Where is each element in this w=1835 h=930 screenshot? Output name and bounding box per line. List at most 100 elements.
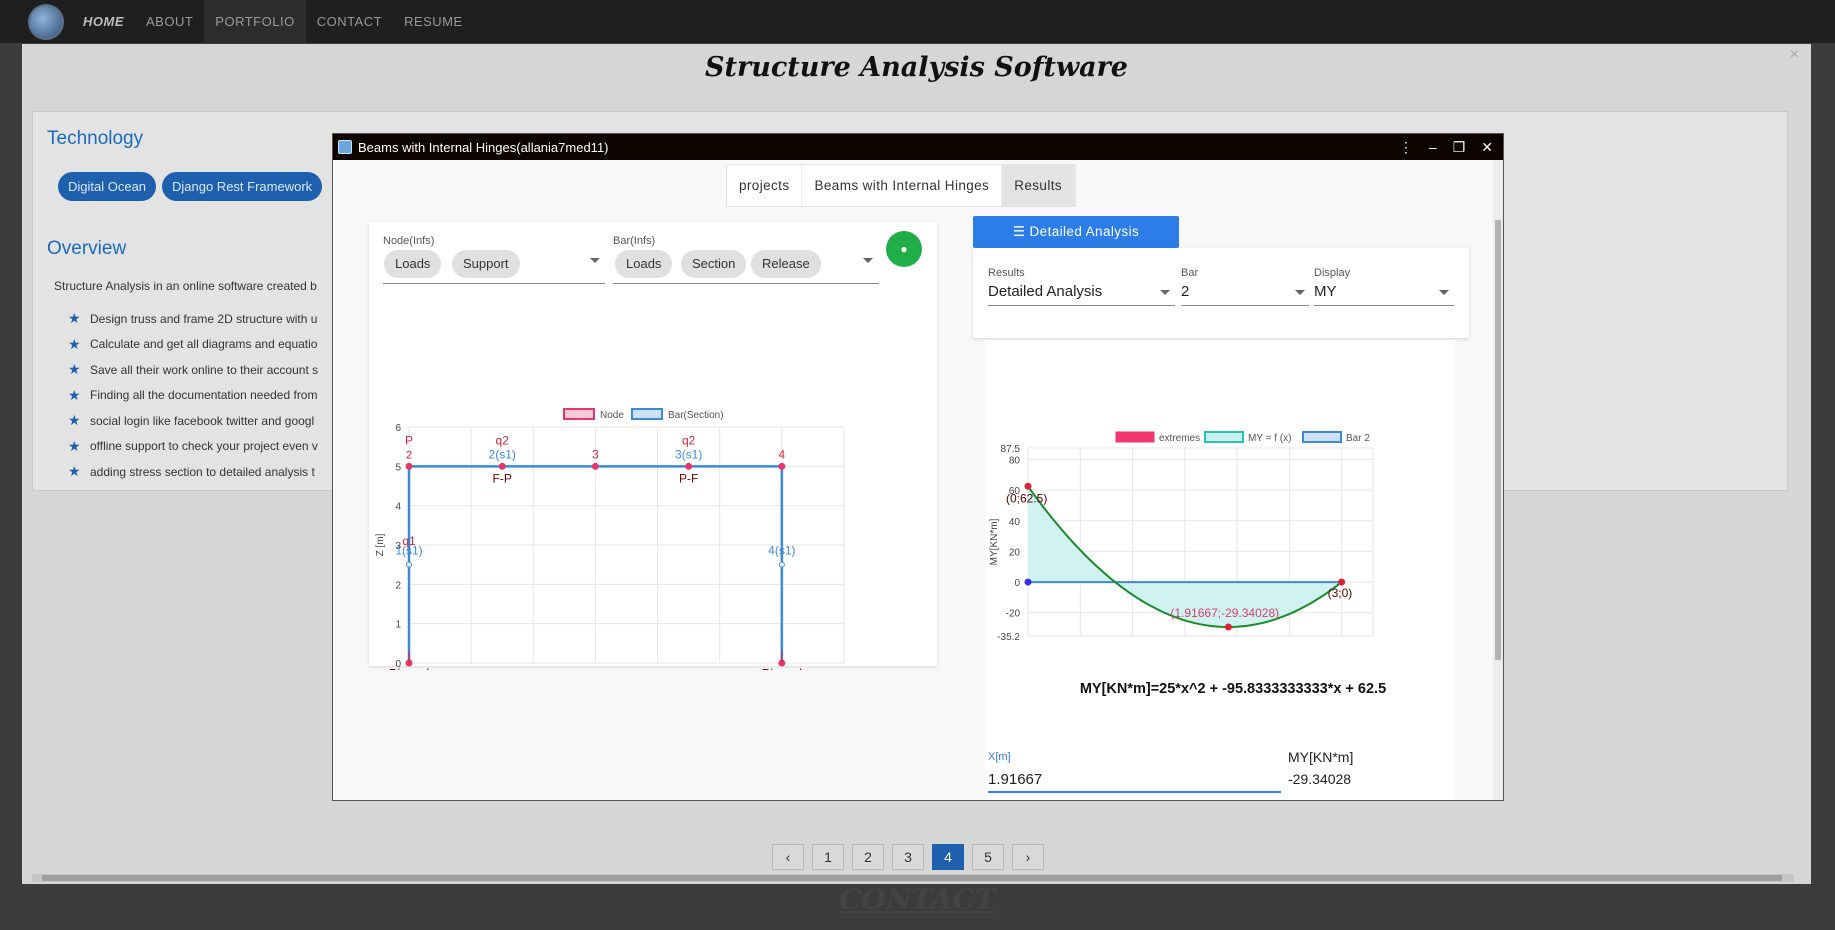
tab-results[interactable]: Results: [1002, 165, 1076, 206]
vertical-scrollbar[interactable]: [1493, 160, 1503, 800]
bar-section-chip[interactable]: Section: [681, 250, 747, 278]
display-underline: [1314, 305, 1454, 306]
section-label-4: 4(s1): [768, 544, 795, 558]
y-tick-label: 5: [395, 462, 401, 473]
bar-select[interactable]: 2: [1181, 283, 1189, 300]
overview-list: ★ Design truss and frame 2D structure wit…: [68, 306, 318, 485]
bar-loads-chip[interactable]: Loads: [615, 250, 673, 278]
chevron-down-icon[interactable]: [1160, 290, 1170, 295]
y-tick-label: 40: [1009, 517, 1021, 528]
pager-page-3[interactable]: 3: [892, 844, 924, 870]
x-input-label: X[m]: [988, 751, 1011, 763]
bar-release-chip[interactable]: Release: [751, 250, 821, 278]
nav-resume[interactable]: RESUME: [393, 0, 474, 43]
pager-prev-icon[interactable]: ‹: [772, 844, 804, 870]
pager-next-icon[interactable]: ›: [1012, 844, 1044, 870]
scrollbar-thumb[interactable]: [1495, 220, 1501, 660]
tech-chip: Digital Ocean: [58, 172, 157, 201]
restore-icon[interactable]: ❐: [1453, 139, 1466, 156]
pager-page-5[interactable]: 5: [972, 844, 1004, 870]
pager-page-2[interactable]: 2: [852, 844, 884, 870]
pager-page-4[interactable]: 4: [932, 844, 964, 870]
carousel-pager: ‹ 1 2 3 4 5 ›: [772, 844, 1044, 870]
chevron-down-icon[interactable]: [1439, 290, 1449, 295]
bar-infs-label: Bar(Infs): [613, 235, 656, 247]
tech-chip: Django Rest Framework: [162, 172, 323, 201]
extreme-label: (0;62.5): [1006, 491, 1047, 505]
node-infs-label: Node(Infs): [383, 235, 435, 247]
node-point: [405, 462, 413, 470]
node-select-underline: [383, 283, 605, 284]
legend-extremes-label: extremes: [1159, 433, 1200, 444]
star-icon: ★: [68, 463, 81, 480]
support-label-right: Pinned: [762, 666, 802, 670]
list-item: ★ social login like facebook twitter and …: [68, 412, 315, 429]
legend-extremes-swatch: [1115, 431, 1155, 443]
legend-node-label: Node: [600, 410, 624, 421]
extreme-label: (3;0): [1328, 586, 1353, 600]
star-icon: ★: [68, 335, 81, 352]
extreme-point: [1224, 623, 1232, 631]
star-icon: ★: [68, 386, 81, 403]
legend-my-swatch: [1204, 431, 1244, 443]
bar-select-underline: [613, 283, 879, 284]
y-axis-label: Z [m]: [375, 533, 386, 556]
legend-node-swatch: [563, 408, 595, 420]
structure-chart: NodeBar(Section)012345670123456X [m]Z [m…: [375, 408, 845, 670]
load-label-q2: q2: [496, 433, 510, 447]
chevron-down-icon[interactable]: [863, 258, 873, 263]
star-icon: ★: [68, 361, 81, 378]
list-item: ★ Design truss and frame 2D structure wit…: [68, 310, 318, 327]
project-title: Structure Analysis Software: [705, 52, 1128, 83]
y-tick-label: 20: [1009, 547, 1021, 558]
list-item: ★ Calculate and get all diagrams and equa…: [68, 335, 318, 352]
more-vert-icon[interactable]: ⋮: [1399, 139, 1413, 156]
list-item: ★ adding stress section to detailed analy…: [68, 463, 315, 480]
results-select[interactable]: Detailed Analysis: [988, 283, 1102, 300]
window-controls: ⋮ – ❐ ✕: [1399, 134, 1493, 160]
node-point: [406, 561, 412, 568]
chevron-down-icon[interactable]: [1295, 290, 1305, 295]
y-tick-label: -20: [1006, 609, 1021, 620]
pager-page-1[interactable]: 1: [812, 844, 844, 870]
list-item: ★ Finding all the documentation needed fr…: [68, 386, 318, 403]
my-result-value: -29.34028: [1288, 771, 1352, 787]
release-label-fp: F-P: [493, 471, 512, 485]
tab-projects[interactable]: projects: [727, 165, 803, 206]
results-label: Results: [988, 267, 1025, 279]
x-input[interactable]: [988, 767, 1281, 793]
star-icon: ★: [68, 437, 81, 454]
overview-heading: Overview: [47, 238, 127, 259]
nav-portfolio[interactable]: PORTFOLIO: [204, 0, 306, 43]
nav-about[interactable]: ABOUT: [135, 0, 204, 43]
scrollbar-thumb[interactable]: [42, 875, 1782, 881]
bar-start-point: [1024, 578, 1032, 586]
window-titlebar: Beams with Internal Hinges(allania7med11…: [333, 134, 1503, 160]
chevron-down-icon[interactable]: [590, 258, 600, 263]
node-loads-chip[interactable]: Loads: [384, 250, 442, 278]
tab-beams[interactable]: Beams with Internal Hinges: [802, 165, 1003, 206]
nav-home[interactable]: HOME: [72, 0, 135, 43]
minimize-icon[interactable]: –: [1429, 139, 1437, 155]
y-tick-label: 4: [395, 502, 401, 513]
detailed-analysis-button[interactable]: ☰ Detailed Analysis: [973, 216, 1179, 248]
horizontal-scrollbar[interactable]: [32, 874, 1794, 882]
top-navbar: HOME ABOUT PORTFOLIO CONTACT RESUME: [0, 0, 1835, 43]
eye-icon[interactable]: ●: [886, 231, 922, 267]
legend-bar-swatch: [631, 408, 663, 420]
y-tick-label: 80: [1009, 455, 1021, 466]
display-label: Display: [1314, 267, 1351, 279]
close-icon[interactable]: ✕: [1481, 139, 1493, 156]
list-item: ★ offline support to check your project e…: [68, 437, 318, 454]
star-icon: ★: [68, 412, 81, 429]
extreme-point: [1024, 482, 1032, 490]
nav-contact[interactable]: CONTACT: [306, 0, 393, 43]
y-tick-label: -35.2: [997, 632, 1020, 640]
site-logo[interactable]: [28, 3, 64, 40]
display-select[interactable]: MY: [1314, 283, 1337, 300]
overview-text: Structure Analysis in an online software…: [54, 279, 317, 293]
node-label-4: 4: [779, 447, 786, 461]
technology-heading: Technology: [47, 128, 144, 149]
node-support-chip[interactable]: Support: [452, 250, 520, 278]
star-icon: ★: [68, 310, 81, 327]
